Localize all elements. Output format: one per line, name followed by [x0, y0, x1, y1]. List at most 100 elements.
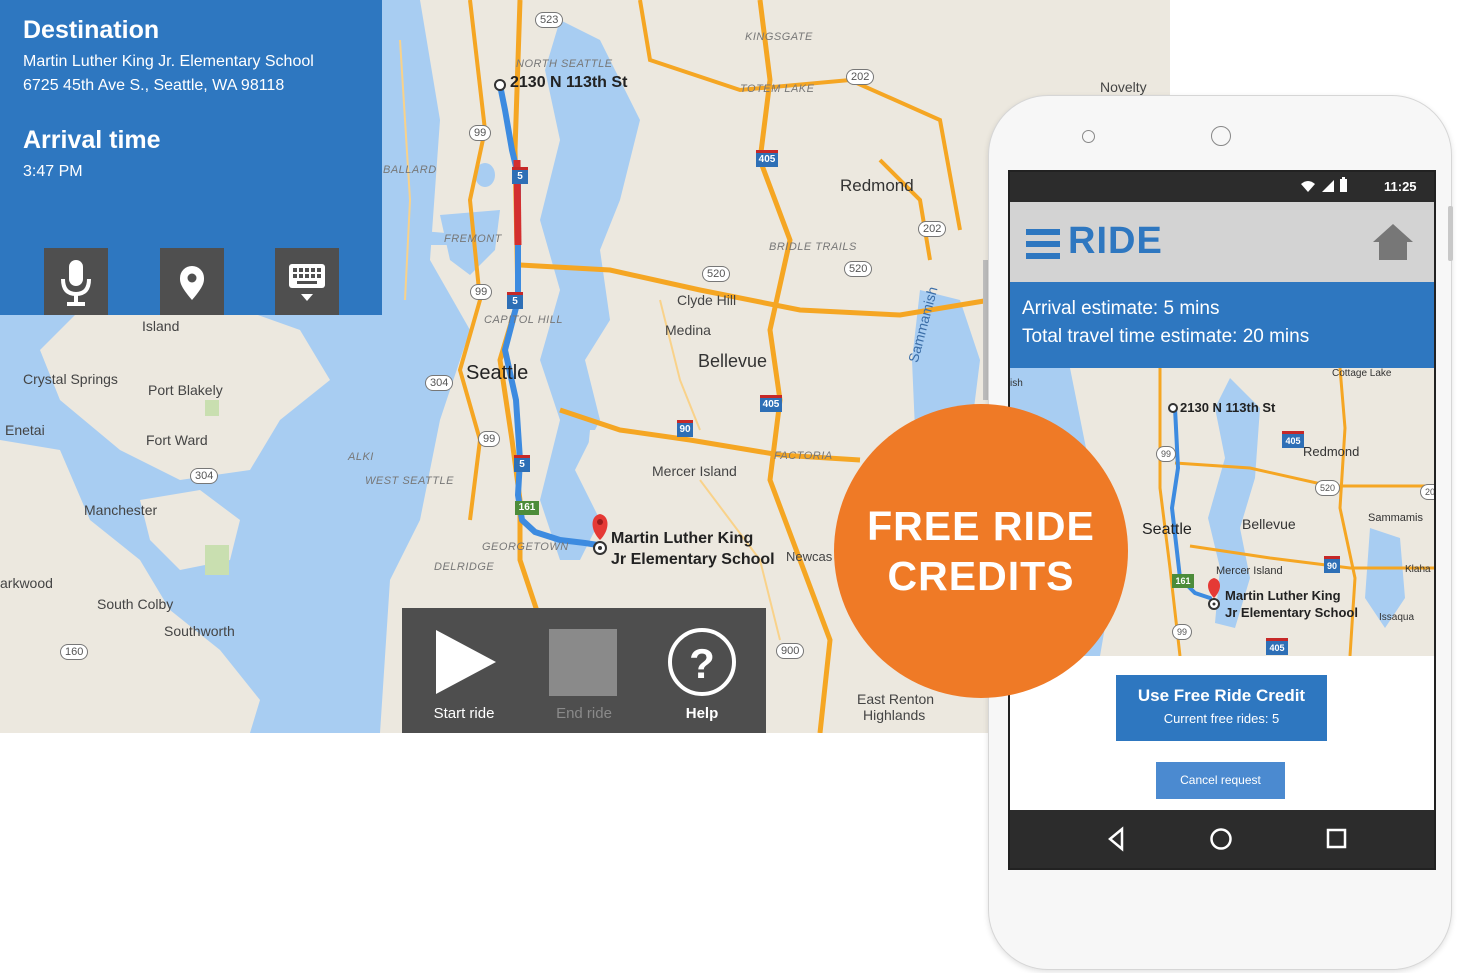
label-redmond: Redmond [840, 176, 914, 195]
map-pin-icon [180, 266, 204, 300]
nav-buttons [1108, 826, 1347, 852]
interstate-shield: 5 [514, 455, 530, 472]
mini-map-issaquah: Issaqua [1379, 612, 1415, 623]
route-shield: 523 [535, 12, 564, 28]
travel-estimate: Total travel time estimate: 20 mins [1022, 326, 1310, 347]
label-fort-ward: Fort Ward [146, 432, 208, 448]
cancel-request-button[interactable]: Cancel request [1156, 762, 1285, 799]
label-harwood: arkwood [0, 575, 53, 591]
battery-icon [1340, 179, 1347, 192]
label-medina: Medina [665, 322, 711, 338]
cta-title: Use Free Ride Credit [1137, 686, 1306, 705]
route-shield: 202 [918, 221, 947, 237]
arrival-heading: Arrival time [23, 126, 161, 154]
arrival-estimate: Arrival estimate: 5 mins [1022, 298, 1220, 319]
start-ride-button[interactable]: Start ride [404, 608, 524, 733]
keyboard-button[interactable] [275, 248, 339, 315]
microphone-button[interactable] [44, 248, 108, 315]
label-east-renton: East Renton [857, 691, 935, 707]
mini-map-ish: ish [1010, 378, 1023, 389]
label-clyde-hill: Clyde Hill [677, 292, 737, 308]
mini-route-shield: 99 [1156, 446, 1177, 462]
cta-subtitle: Current free rides: 5 [1163, 711, 1280, 726]
badge-line-1: FREE RIDE [867, 503, 1095, 549]
end-ride-label: End ride [556, 705, 612, 722]
route-shield: 304 [190, 468, 219, 484]
label-port-blakely: Port Blakely [148, 382, 223, 398]
mini-interstate-shield: 405 [1282, 431, 1304, 448]
mini-interstate-shield: 405 [1266, 638, 1288, 655]
hamburger-menu-icon[interactable] [1026, 229, 1060, 259]
label-alki: ALKI [348, 451, 374, 463]
label-kingsgate: KINGSGATE [745, 31, 813, 43]
label-delridge: DELRIDGE [434, 561, 495, 573]
highway-shield: 161 [515, 501, 539, 515]
phone-sensor [1082, 130, 1095, 143]
mini-route-shield: 202 [1420, 484, 1434, 500]
label-southworth: Southworth [164, 623, 235, 639]
label-factoria: FACTORIA [774, 450, 833, 462]
location-button[interactable] [160, 248, 224, 315]
label-seattle: Seattle [466, 362, 529, 384]
play-icon [436, 630, 496, 694]
label-totem-lake: TOTEM LAKE [740, 83, 815, 95]
help-button[interactable]: ? Help [642, 608, 762, 733]
route-shield: 520 [844, 261, 873, 277]
label-island: Island [142, 318, 180, 334]
status-icons [1301, 177, 1347, 192]
label-north-seattle: NORTH SEATTLE [516, 58, 613, 70]
badge-line-2: CREDITS [887, 553, 1075, 599]
help-icon: ? [668, 628, 736, 696]
route-shield: 304 [425, 375, 454, 391]
route-shield: 99 [470, 284, 493, 300]
mini-map-cottage-lake: Cottage Lake [1332, 368, 1392, 379]
mini-map-origin: 2130 N 113th St [1180, 400, 1276, 415]
destination-panel: Destination Martin Luther King Jr. Eleme… [0, 0, 382, 315]
ride-controls: Start ride End ride ? Help [402, 608, 766, 733]
mini-route-shield: 520 [1315, 480, 1341, 496]
mini-map-mercer-island: Mercer Island [1216, 565, 1283, 577]
start-ride-label: Start ride [433, 705, 495, 722]
stop-icon [549, 629, 617, 696]
android-nav-bar [1010, 810, 1434, 868]
keyboard-icon [289, 264, 325, 301]
label-newcastle: Newcas [786, 549, 833, 564]
label-capitol-hill: CAPITOL HILL [484, 314, 563, 326]
map-destination-label-1: Martin Luther King [611, 530, 754, 547]
status-bar: 11:25 [1010, 172, 1434, 202]
signal-icon [1322, 180, 1334, 192]
interstate-shield: 405 [756, 150, 778, 167]
mini-map-bellevue: Bellevue [1242, 516, 1296, 532]
route-shield: 99 [469, 125, 492, 141]
label-manchester: Manchester [84, 502, 158, 518]
route-shield: 160 [60, 644, 89, 660]
free-ride-credits-badge: FREE RIDE CREDITS [834, 404, 1128, 698]
label-bellevue: Bellevue [698, 351, 768, 371]
back-icon [1108, 826, 1124, 852]
svg-text:?: ? [689, 640, 715, 687]
app-header: RIDE [1010, 202, 1434, 282]
map-origin-label: 2130 N 113th St [510, 74, 628, 91]
help-label: Help [685, 705, 719, 722]
microphone-icon [61, 260, 91, 306]
trip-estimate-bar: Arrival estimate: 5 mins Total travel ti… [1010, 282, 1434, 368]
destination-heading: Destination [23, 16, 160, 44]
route-shield: 520 [702, 266, 731, 282]
route-shield: 99 [478, 431, 501, 447]
mini-map-sammamish: Sammamis [1368, 512, 1424, 524]
map-destination-label-2: Jr Elementary School [611, 551, 775, 568]
end-ride-button[interactable]: End ride [524, 608, 644, 733]
use-free-ride-credit-button[interactable]: Use Free Ride Credit Current free rides:… [1116, 675, 1327, 741]
label-bridle-trails: BRIDLE TRAILS [769, 241, 857, 253]
label-mercer-island: Mercer Island [652, 463, 737, 479]
interstate-shield: 5 [512, 167, 528, 184]
recents-icon [1326, 828, 1347, 849]
label-crystal-springs: Crystal Springs [23, 371, 118, 387]
label-south-colby: South Colby [97, 596, 174, 612]
mini-map-seattle: Seattle [1142, 521, 1192, 538]
home-icon[interactable] [1372, 222, 1414, 262]
mini-map-dest-2: Jr Elementary School [1225, 605, 1358, 620]
interstate-shield: 405 [760, 395, 782, 412]
destination-address: 6725 45th Ave S., Seattle, WA 98118 [23, 77, 285, 94]
mini-map-klahanie: Klaha [1405, 564, 1431, 575]
